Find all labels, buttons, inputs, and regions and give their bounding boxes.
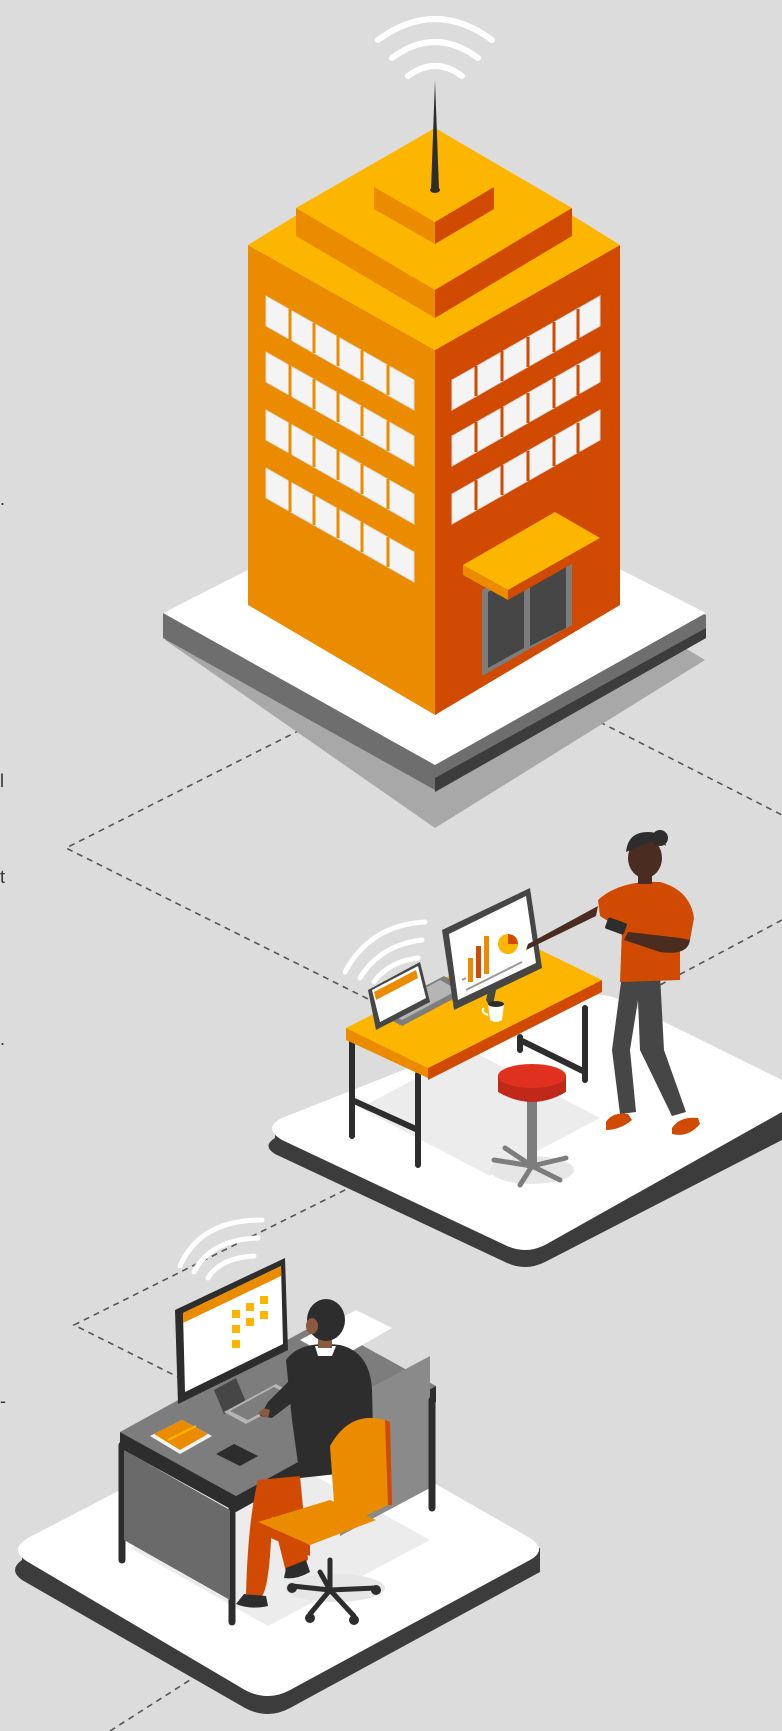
- seated-desk-group: [15, 1217, 540, 1714]
- standing-desk-group: [268, 830, 782, 1267]
- person-shirt: [598, 881, 694, 982]
- wifi-icon: [177, 1217, 265, 1281]
- network-illustration: [15, 16, 782, 1731]
- pie-chart-icon: [498, 934, 518, 954]
- wifi-icon: [375, 16, 495, 79]
- office-building-group: [163, 16, 706, 828]
